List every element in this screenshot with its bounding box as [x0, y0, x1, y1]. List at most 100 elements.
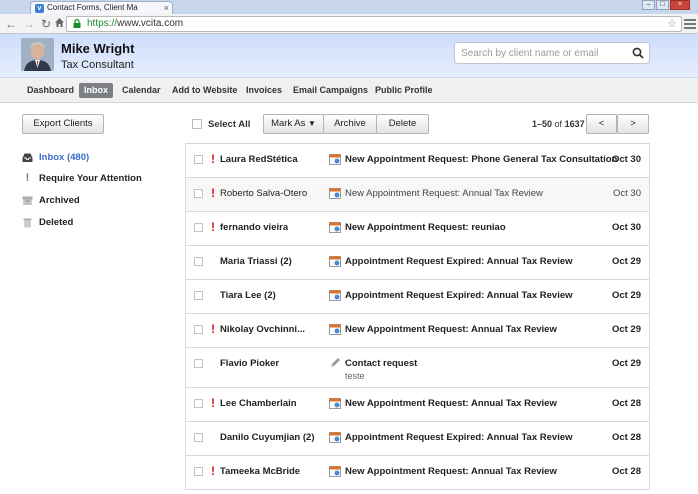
back-arrow-icon[interactable]: ← — [4, 17, 18, 31]
forward-arrow-icon[interactable]: → — [22, 17, 36, 31]
next-page-button[interactable]: > — [617, 114, 649, 134]
message-subject: New Appointment Request: Annual Tax Revi… — [345, 466, 557, 477]
tab-invoices[interactable]: Invoices — [246, 83, 282, 98]
inbox-tray-icon — [22, 153, 33, 162]
message-sender: Flavio Pioker — [220, 358, 280, 369]
reload-icon[interactable]: ↻ — [39, 17, 53, 31]
row-checkbox[interactable] — [194, 399, 203, 408]
row-checkbox[interactable] — [194, 291, 203, 300]
calendar-icon — [329, 188, 341, 199]
user-title: Tax Consultant — [61, 59, 134, 71]
message-row[interactable]: ! Lee Chamberlain New Appointment Reques… — [185, 388, 650, 422]
calendar-icon — [329, 256, 341, 267]
message-sender: Maria Triassi (2) — [220, 256, 292, 267]
tab-email-campaigns[interactable]: Email Campaigns — [293, 83, 368, 98]
tab-dashboard[interactable]: Dashboard — [27, 83, 74, 98]
tab-public-profile[interactable]: Public Profile — [375, 83, 433, 98]
url-scheme: https:// — [87, 18, 118, 29]
message-row[interactable]: Danilo Cuyumjian (2) Appointment Request… — [185, 422, 650, 456]
caret-down-icon: ▼ — [308, 119, 316, 128]
sidebar-item-label: Inbox (480) — [39, 152, 90, 163]
browser-menu-icon[interactable] — [684, 17, 696, 31]
calendar-icon — [329, 398, 341, 409]
mark-as-dropdown[interactable]: Mark As ▼ — [263, 114, 324, 134]
calendar-icon — [329, 154, 341, 165]
message-sender: Lee Chamberlain — [220, 398, 297, 409]
search-icon[interactable] — [632, 47, 644, 59]
mark-as-label: Mark As — [271, 118, 306, 129]
select-all-checkbox[interactable] — [192, 119, 202, 129]
row-checkbox[interactable] — [194, 359, 203, 368]
attention-flag-icon: ! — [211, 152, 215, 166]
row-checkbox[interactable] — [194, 155, 203, 164]
browser-toolbar: ← → ↻ https://www.vcita.com ☆ — [0, 14, 698, 34]
lock-icon — [73, 19, 81, 28]
minimize-icon[interactable]: – — [642, 0, 655, 10]
row-checkbox[interactable] — [194, 467, 203, 476]
sidebar-item-label: Archived — [39, 195, 80, 206]
message-row[interactable]: ! fernando vieira New Appointment Reques… — [185, 212, 650, 246]
message-row[interactable]: Flavio Pioker Contact request teste Oct … — [185, 348, 650, 388]
message-subject: New Appointment Request: Annual Tax Revi… — [345, 398, 557, 409]
message-row[interactable]: ! Nikolay Ovchinni... New Appointment Re… — [185, 314, 650, 348]
trash-icon — [23, 218, 32, 228]
message-subject: Appointment Request Expired: Annual Tax … — [345, 432, 573, 443]
row-checkbox[interactable] — [194, 325, 203, 334]
sidebar-item-label: Deleted — [39, 217, 74, 228]
client-search-input[interactable] — [455, 43, 625, 63]
message-row[interactable]: Maria Triassi (2) Appointment Request Ex… — [185, 246, 650, 280]
row-checkbox[interactable] — [194, 433, 203, 442]
calendar-icon — [329, 466, 341, 477]
calendar-icon — [329, 324, 341, 335]
tab-add-to-website[interactable]: Add to Website — [172, 83, 237, 98]
row-checkbox[interactable] — [194, 223, 203, 232]
url-host: www.vcita.com — [117, 18, 184, 29]
bookmark-star-icon[interactable]: ☆ — [667, 17, 677, 31]
archive-box-icon — [22, 196, 33, 205]
message-subject: New Appointment Request: reuniao — [345, 222, 506, 233]
select-all-label[interactable]: Select All — [208, 119, 250, 130]
maximize-icon[interactable]: □ — [656, 0, 669, 10]
address-bar[interactable]: https://www.vcita.com ☆ — [66, 16, 682, 32]
message-subject: Appointment Request Expired: Annual Tax … — [345, 290, 573, 301]
archive-button[interactable]: Archive — [323, 114, 377, 134]
prev-page-button[interactable]: < — [586, 114, 617, 134]
client-search-box — [454, 42, 650, 64]
message-date: Oct 29 — [611, 324, 641, 335]
main-nav: Dashboard Inbox Calendar Add to Website … — [0, 78, 698, 103]
message-row[interactable]: ! Laura RedStética New Appointment Reque… — [185, 144, 650, 178]
message-subject: New Appointment Request: Phone General T… — [345, 154, 618, 165]
calendar-icon — [329, 432, 341, 443]
tab-close-icon[interactable]: × — [164, 2, 169, 14]
export-clients-button[interactable]: Export Clients — [22, 114, 104, 134]
home-icon[interactable] — [53, 17, 65, 31]
contact-pen-icon — [331, 358, 340, 367]
attention-flag-icon: ! — [211, 220, 215, 234]
pager-of: of — [554, 119, 563, 129]
message-row[interactable]: Tiara Lee (2) Appointment Request Expire… — [185, 280, 650, 314]
message-row[interactable]: ! Tameeka McBride New Appointment Reques… — [185, 456, 650, 490]
message-list: ! Laura RedStética New Appointment Reque… — [185, 143, 650, 490]
message-date: Oct 30 — [611, 222, 641, 233]
row-checkbox[interactable] — [194, 189, 203, 198]
pager-info: 1–50 of 1637 — [532, 119, 585, 129]
window-close-icon[interactable]: × — [670, 0, 690, 10]
message-date: Oct 28 — [611, 432, 641, 443]
message-row[interactable]: ! Roberto Salva-Otero New Appointment Re… — [185, 178, 650, 212]
tab-calendar[interactable]: Calendar — [122, 83, 161, 98]
browser-tab[interactable]: v Contact Forms, Client Ma × — [30, 1, 173, 14]
attention-flag-icon: ! — [211, 396, 215, 410]
row-checkbox[interactable] — [194, 257, 203, 266]
delete-button[interactable]: Delete — [376, 114, 429, 134]
pager-total: 1637 — [564, 119, 585, 129]
calendar-icon — [329, 222, 341, 233]
tab-inbox[interactable]: Inbox — [79, 83, 113, 98]
attention-flag-icon: ! — [211, 322, 215, 336]
user-name: Mike Wright — [61, 41, 135, 56]
message-sender: Roberto Salva-Otero — [220, 188, 308, 199]
message-subject: New Appointment Request: Annual Tax Revi… — [345, 324, 557, 335]
message-sender: Danilo Cuyumjian (2) — [220, 432, 315, 443]
message-date: Oct 28 — [611, 398, 641, 409]
message-sender: Tiara Lee (2) — [220, 290, 276, 301]
message-subject: Appointment Request Expired: Annual Tax … — [345, 256, 573, 267]
